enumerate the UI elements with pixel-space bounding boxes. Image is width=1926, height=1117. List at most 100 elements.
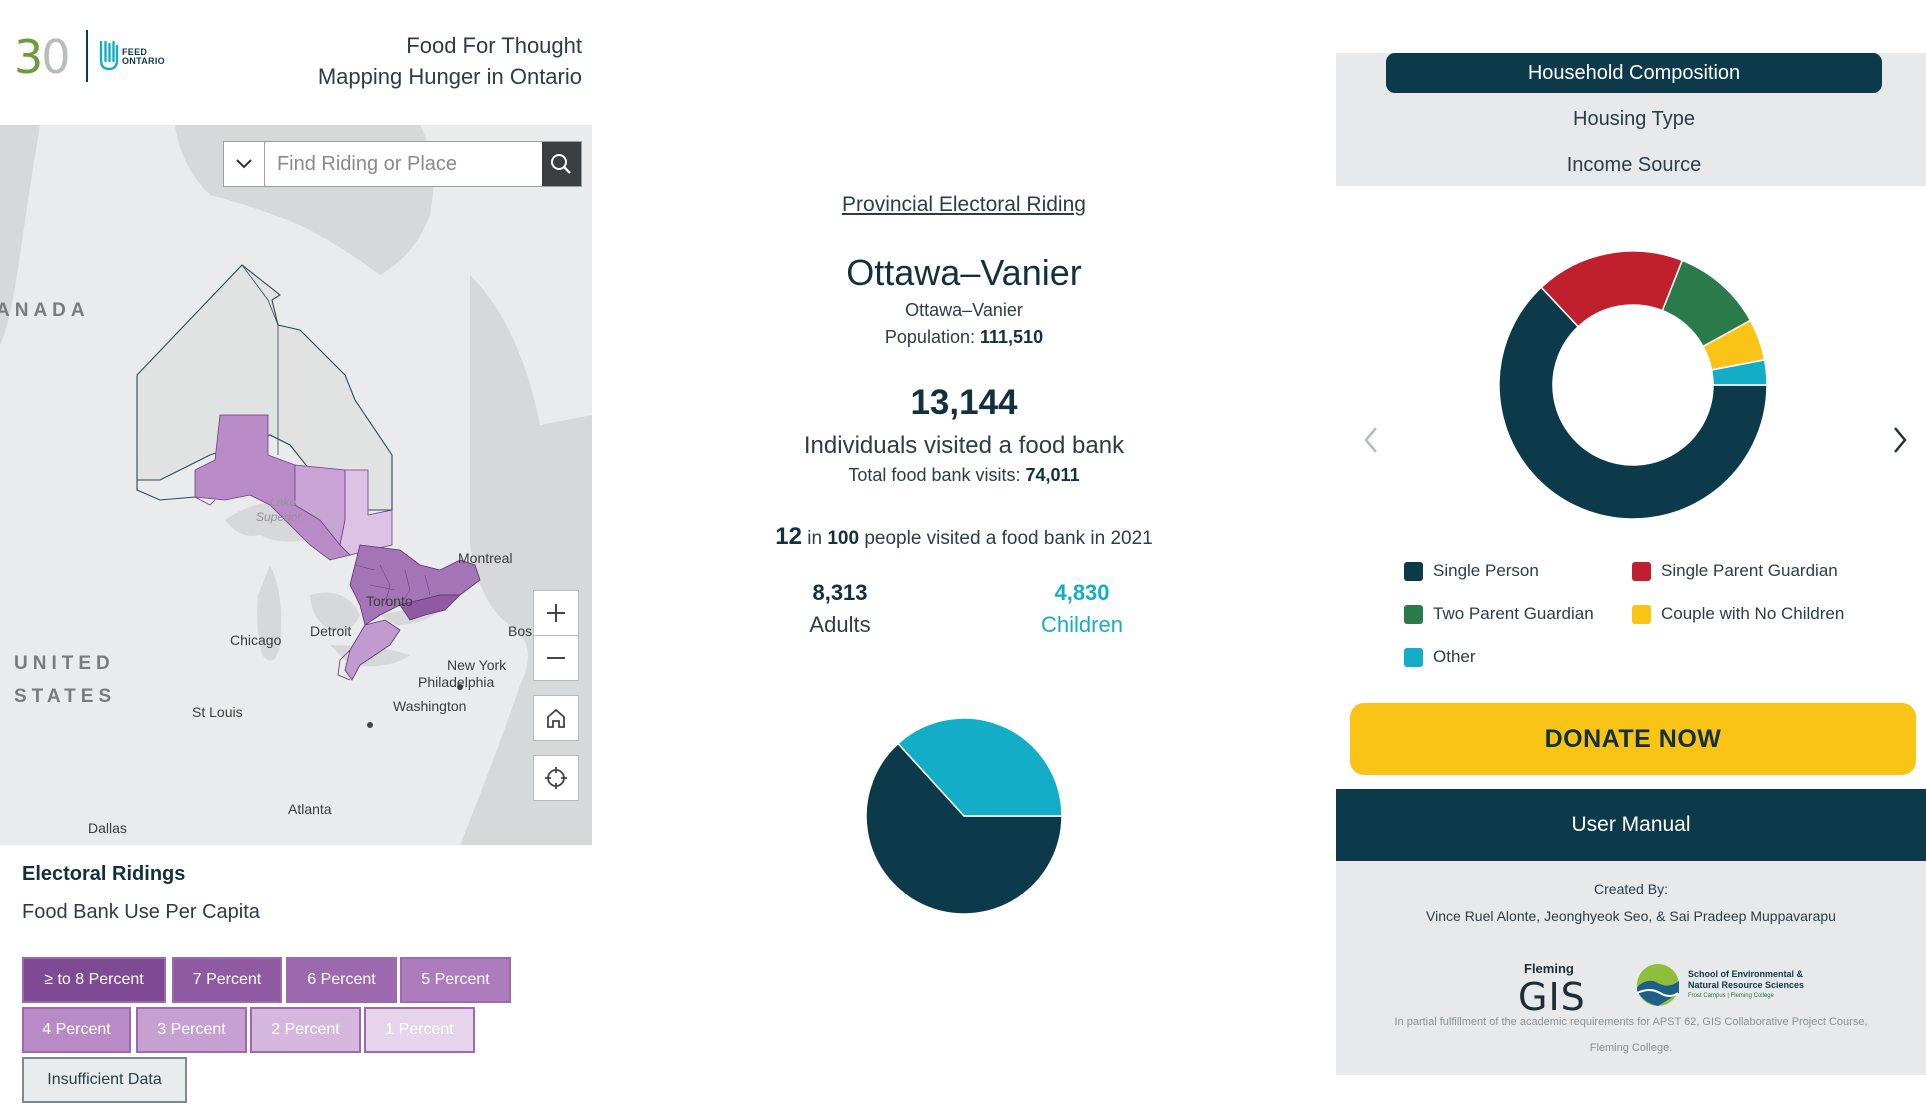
authors: Vince Ruel Alonte, Jeonghyeok Seo, & Sai… bbox=[1426, 908, 1836, 924]
chevron-down-icon bbox=[236, 159, 252, 169]
map-label-states: STATES bbox=[14, 686, 117, 707]
locate-button[interactable] bbox=[533, 755, 579, 801]
app-title: Food For Thought Mapping Hunger in Ontar… bbox=[318, 30, 582, 92]
tab-housing-type[interactable]: Housing Type bbox=[1386, 99, 1882, 139]
legend-label: Couple with No Children bbox=[1661, 604, 1845, 623]
locate-icon bbox=[545, 767, 567, 789]
individuals-count: 13,144 bbox=[910, 383, 1018, 422]
legend-label: Other bbox=[1433, 647, 1476, 666]
school-name: School of Environmental & Natural Resour… bbox=[1688, 969, 1805, 999]
search-source-dropdown[interactable] bbox=[224, 142, 265, 186]
map-label-lake: Lake bbox=[270, 495, 297, 509]
ratio-statement: 12 in 100 people visited a food bank in … bbox=[592, 523, 1336, 551]
minus-icon bbox=[547, 657, 565, 659]
tab-bar: Household Composition Housing Type Incom… bbox=[1336, 53, 1926, 186]
total-visits: Total food bank visits: 74,011 bbox=[592, 465, 1336, 486]
adults-label: Adults bbox=[809, 612, 871, 637]
tab-income-source[interactable]: Income Source bbox=[1386, 145, 1882, 185]
map-label-montreal: Montreal bbox=[458, 550, 513, 566]
home-icon bbox=[547, 708, 565, 728]
legend-swatch bbox=[1404, 561, 1423, 581]
legend-swatch bbox=[1632, 604, 1651, 624]
legend-class-7: 7 Percent bbox=[172, 957, 282, 1003]
population-label: Population: bbox=[884, 327, 975, 347]
map-label-chicago: Chicago bbox=[230, 632, 282, 648]
total-visits-label: Total food bank visits: bbox=[848, 465, 1021, 485]
legend-class-5: 5 Percent bbox=[400, 957, 511, 1003]
map-view[interactable]: ANADA UNITED STATES Lake Superior Montre… bbox=[0, 125, 592, 845]
home-button[interactable] bbox=[533, 695, 579, 741]
map-label-washington: Washington bbox=[393, 698, 467, 714]
fulfillment-note: In partial fulfillment of the academic r… bbox=[1394, 1016, 1868, 1028]
legend-class-6: 6 Percent bbox=[286, 957, 397, 1003]
tab-household-composition[interactable]: Household Composition bbox=[1386, 53, 1882, 93]
user-manual-button[interactable]: User Manual bbox=[1336, 789, 1926, 861]
ratio-text: people visited a food bank in 2021 bbox=[864, 528, 1153, 549]
legend-class-8-plus: ≥ to 8 Percent bbox=[22, 957, 166, 1003]
donate-button[interactable]: DONATE NOW bbox=[1350, 703, 1916, 775]
total-visits-value: 74,011 bbox=[1025, 465, 1080, 485]
legend-swatch bbox=[1404, 647, 1423, 667]
individuals-label: Individuals visited a food bank bbox=[803, 432, 1125, 459]
fleming-gis-logo: Fleming GIS bbox=[1518, 961, 1586, 1019]
search-button[interactable] bbox=[541, 142, 581, 186]
map-label-superior: Superior bbox=[256, 510, 302, 524]
adults-stat: 8,313 Adults bbox=[740, 580, 940, 638]
age-pie-chart[interactable] bbox=[864, 716, 1064, 916]
map-label-toronto: Toronto bbox=[366, 593, 413, 609]
app-title-line1: Food For Thought bbox=[406, 33, 582, 58]
map-legend: Electoral Ridings Food Bank Use Per Capi… bbox=[0, 845, 592, 1117]
chevron-right-icon bbox=[1894, 427, 1907, 453]
riding-details-panel: Provincial Electoral Riding Ottawa–Vanie… bbox=[592, 0, 1336, 1117]
map-label-canada: ANADA bbox=[0, 300, 90, 321]
zoom-in-button[interactable] bbox=[533, 590, 579, 636]
legend-single-person: Single Person bbox=[1404, 561, 1539, 581]
next-button[interactable] bbox=[1885, 420, 1915, 460]
map-label-philadelphia: Philadelphia bbox=[418, 674, 495, 690]
previous-button[interactable] bbox=[1356, 420, 1386, 460]
children-label: Children bbox=[1041, 612, 1123, 637]
population-value: 111,510 bbox=[980, 327, 1044, 347]
map-label-united: UNITED bbox=[14, 653, 115, 674]
search-widget bbox=[223, 141, 582, 187]
legend-class-1: 1 Percent bbox=[364, 1007, 475, 1053]
school-emblem-icon bbox=[1636, 964, 1679, 1006]
riding-type-link[interactable]: Provincial Electoral Riding bbox=[592, 193, 1336, 217]
legend-label: Single Person bbox=[1433, 561, 1539, 580]
credits-section: Created By: Vince Ruel Alonte, Jeonghyeo… bbox=[1336, 861, 1926, 1075]
riding-subname: Ottawa–Vanier bbox=[905, 300, 1023, 320]
legend-swatch bbox=[1632, 561, 1651, 581]
legend-class-4: 4 Percent bbox=[22, 1007, 131, 1053]
riding-name: Ottawa–Vanier bbox=[846, 252, 1082, 293]
map-label-dallas: Dallas bbox=[88, 820, 127, 836]
left-panel: 30 FEED ONTARIO Food For Thought Mapping … bbox=[0, 0, 592, 1117]
zoom-out-button[interactable] bbox=[533, 635, 579, 681]
created-by-label: Created By: bbox=[1594, 881, 1668, 897]
ratio-in: in bbox=[807, 528, 823, 549]
search-icon bbox=[551, 154, 572, 174]
legend-label: Single Parent Guardian bbox=[1661, 561, 1838, 580]
legend-two-parent: Two Parent Guardian bbox=[1404, 604, 1594, 624]
map-label-boston: Bos bbox=[508, 623, 533, 639]
household-donut-chart[interactable] bbox=[1495, 247, 1771, 523]
school-logo: School of Environmental & Natural Resour… bbox=[1636, 961, 1836, 1011]
plus-icon bbox=[547, 604, 565, 622]
legend-class-3: 3 Percent bbox=[136, 1007, 247, 1053]
legend-subtitle: Food Bank Use Per Capita bbox=[22, 901, 260, 923]
college-note: Fleming College. bbox=[1589, 1042, 1673, 1054]
chevron-left-icon bbox=[1364, 427, 1377, 453]
legend-class-2: 2 Percent bbox=[250, 1007, 361, 1053]
legend-other: Other bbox=[1404, 647, 1476, 667]
legend-class-insufficient: Insufficient Data bbox=[22, 1057, 187, 1103]
map-label-atlanta: Atlanta bbox=[288, 801, 332, 817]
anniversary-logo: 30 bbox=[14, 30, 71, 84]
household-panel: Household Composition Housing Type Incom… bbox=[1336, 0, 1926, 1117]
feed-ontario-logo: FEED ONTARIO bbox=[98, 40, 174, 74]
children-value: 4,830 bbox=[1054, 580, 1110, 605]
logo-divider bbox=[86, 30, 88, 82]
search-input[interactable] bbox=[264, 142, 542, 186]
legend-title: Electoral Ridings bbox=[22, 863, 186, 885]
legend-label: Two Parent Guardian bbox=[1433, 604, 1594, 623]
legend-swatch bbox=[1404, 604, 1423, 624]
children-stat: 4,830 Children bbox=[982, 580, 1182, 638]
